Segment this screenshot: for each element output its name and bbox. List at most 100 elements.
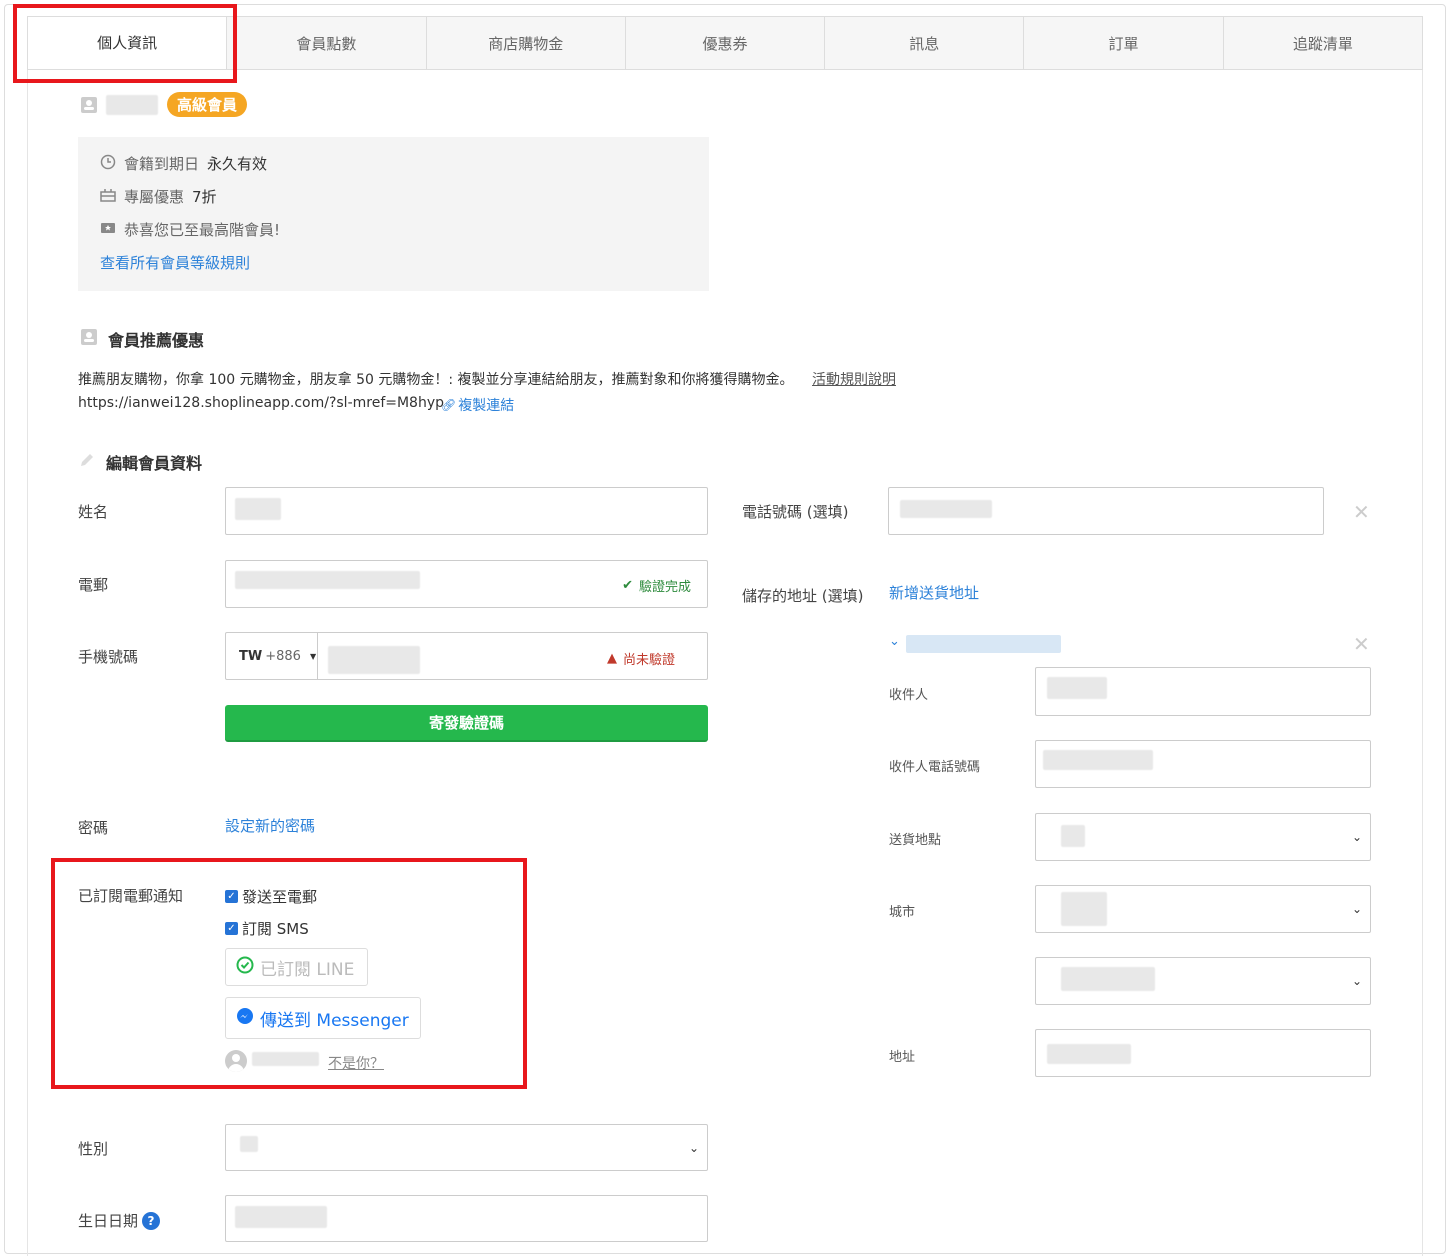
email-verified-text: 驗證完成	[638, 580, 691, 595]
warning-icon: ▲	[606, 651, 617, 666]
avatar	[225, 1050, 247, 1072]
line-subscribed-button[interactable]: 已訂閱 LINE	[225, 948, 368, 986]
country-code-select[interactable]: TW +886 ▼	[226, 633, 318, 679]
recipient-phone-input[interactable]	[1035, 740, 1371, 788]
expiry-value: 永久有效	[207, 155, 268, 173]
member-icon	[80, 96, 98, 118]
recipient-label: 收件人	[889, 688, 929, 703]
street-address-input[interactable]	[1035, 1029, 1371, 1077]
mobile-input-group: TW +886 ▼ ▲ 尚未驗證	[225, 632, 708, 680]
email-redacted	[235, 571, 420, 589]
add-address-link[interactable]: 新增送貨地址	[889, 582, 979, 603]
caret-down-icon: ▼	[309, 651, 317, 661]
street-address-label: 地址	[889, 1050, 916, 1065]
dial-code: +886	[265, 648, 301, 664]
phone-redacted	[900, 500, 992, 518]
referral-title: 會員推薦優惠	[108, 331, 205, 350]
line-button-label: 已訂閱 LINE	[260, 959, 355, 980]
set-password-link[interactable]: 設定新的密碼	[225, 815, 315, 836]
check-icon: ✔	[622, 578, 633, 593]
link-icon: 🔗︎	[441, 398, 457, 412]
name-redacted	[235, 498, 281, 520]
gender-redacted	[240, 1136, 258, 1152]
subscribe-email-checkbox[interactable]: ✓ 發送至電郵	[225, 886, 317, 907]
gift-icon	[100, 187, 116, 207]
member-card-icon	[80, 328, 98, 350]
mobile-unverified-text: 尚未驗證	[622, 653, 675, 668]
tab-wishlist[interactable]: 追蹤清單	[1222, 17, 1422, 69]
membership-info-box: 會籍到期日 永久有效 專屬優惠 7折 恭喜您已至最高階會員! 查看所有會員等級規…	[78, 137, 709, 291]
not-you-link[interactable]: 不是你？	[328, 1053, 384, 1073]
gender-select[interactable]: ⌄	[225, 1124, 708, 1171]
subscribe-label: 已訂閱電郵通知	[78, 887, 184, 905]
tab-profile[interactable]: 個人資訊	[28, 17, 227, 69]
checkbox-checked-icon: ✓	[225, 922, 238, 935]
referral-description: 推薦朋友購物，你拿 100 元購物金，朋友拿 50 元購物金！: 複製並分享連結…	[78, 372, 794, 388]
birthday-label-group: 生日日期 ?	[78, 1210, 161, 1231]
tab-orders[interactable]: 訂單	[1023, 17, 1222, 69]
country-code: TW	[239, 648, 263, 664]
expiry-label: 會籍到期日	[124, 155, 200, 173]
fb-user-redacted	[252, 1052, 319, 1066]
copy-link-label: 複製連結	[458, 398, 515, 414]
chevron-down-icon: ⌄	[1351, 830, 1362, 844]
referral-rules-link[interactable]: 活動規則說明	[812, 369, 896, 389]
discount-row: 專屬優惠 7折	[100, 186, 217, 207]
tab-store-credit[interactable]: 商店購物金	[425, 17, 625, 69]
subscribe-sms-checkbox[interactable]: ✓ 訂閱 SMS	[225, 918, 309, 939]
messenger-icon	[236, 1007, 254, 1030]
gender-label: 性別	[78, 1140, 109, 1158]
recipient-phone-label: 收件人電話號碼	[889, 760, 981, 775]
tier-badge: 高級會員	[167, 92, 248, 117]
password-label: 密碼	[78, 819, 109, 837]
expiry-row: 會籍到期日 永久有效	[100, 153, 267, 174]
mobile-unverified-status: ▲ 尚未驗證	[607, 649, 675, 668]
tab-messages[interactable]: 訊息	[824, 17, 1023, 69]
tab-points[interactable]: 會員點數	[226, 17, 425, 69]
chevron-down-icon: ⌄	[1351, 974, 1362, 988]
pencil-icon	[78, 451, 96, 473]
edit-title: 編輯會員資料	[106, 454, 203, 473]
email-label: 電郵	[78, 576, 109, 594]
address-name-redacted	[906, 635, 1061, 653]
member-name-redacted	[106, 95, 158, 115]
remove-address-icon[interactable]: ✕	[1353, 632, 1370, 656]
discount-value: 7折	[192, 188, 217, 206]
recipient-input[interactable]	[1035, 667, 1371, 716]
tab-bar: 個人資訊 會員點數 商店購物金 優惠券 訊息 訂單 追蹤清單	[27, 16, 1423, 70]
collapse-chevron-icon[interactable]: ⌄	[889, 634, 900, 649]
city-select[interactable]: ⌄	[1035, 885, 1371, 933]
subscribe-email-text: 發送至電郵	[242, 888, 318, 906]
help-icon[interactable]: ?	[142, 1211, 161, 1230]
mobile-number-input[interactable]	[318, 633, 618, 679]
congrats-row: 恭喜您已至最高階會員!	[100, 219, 280, 240]
check-circle-icon	[236, 956, 254, 979]
name-label: 姓名	[78, 503, 109, 521]
subscribe-sms-text: 訂閱 SMS	[242, 920, 309, 938]
clear-phone-icon[interactable]: ✕	[1353, 500, 1370, 524]
copy-link-button[interactable]: 🔗︎ 複製連結	[441, 395, 514, 415]
phone-input[interactable]	[888, 487, 1324, 535]
tier-rules-link[interactable]: 查看所有會員等級規則	[100, 252, 250, 273]
address-label: 儲存的地址 (選填)	[742, 587, 864, 605]
mobile-redacted	[328, 646, 420, 674]
discount-label: 專屬優惠	[124, 188, 185, 206]
district-select[interactable]: ⌄	[1035, 957, 1371, 1005]
tab-coupons[interactable]: 優惠券	[624, 17, 824, 69]
referral-url: https://ianwei128.shoplineapp.com/?sl-mr…	[78, 395, 445, 411]
street-address-redacted	[1047, 1044, 1131, 1064]
recipient-redacted	[1047, 677, 1107, 699]
messenger-button[interactable]: 傳送到 Messenger	[225, 997, 421, 1039]
recipient-phone-redacted	[1043, 750, 1153, 770]
email-verified-status: ✔ 驗證完成	[622, 576, 691, 595]
city-label: 城市	[889, 905, 916, 920]
name-input[interactable]	[225, 487, 708, 535]
birthday-label: 生日日期	[78, 1212, 139, 1230]
messenger-button-label: 傳送到 Messenger	[260, 1010, 409, 1031]
delivery-location-label: 送貨地點	[889, 833, 942, 848]
birthday-input[interactable]	[225, 1195, 708, 1242]
edit-section-title: 編輯會員資料	[78, 450, 202, 474]
email-input[interactable]: ✔ 驗證完成	[225, 560, 708, 608]
delivery-location-select[interactable]: ⌄	[1035, 813, 1371, 861]
send-verification-button[interactable]: 寄發驗證碼	[225, 705, 708, 742]
